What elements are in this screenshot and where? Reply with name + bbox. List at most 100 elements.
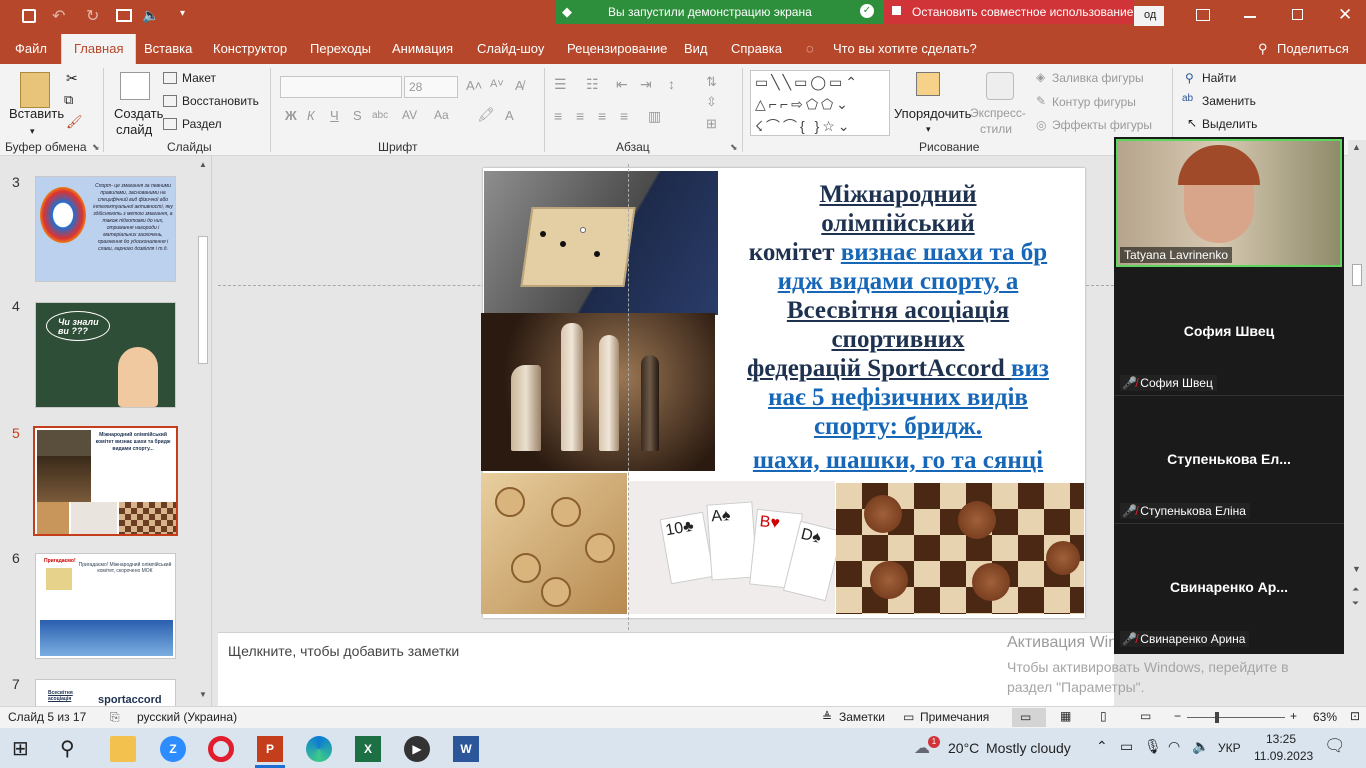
font-family-select[interactable] — [280, 76, 402, 98]
next-slide-icon[interactable]: ⏷ — [1352, 598, 1359, 609]
clipboard-launcher-icon[interactable]: ⬊ — [92, 142, 100, 153]
justify-icon[interactable]: ≡ — [620, 108, 628, 124]
zoom-app-icon[interactable]: Z — [160, 736, 186, 762]
wifi-icon[interactable]: ◠ — [1168, 738, 1180, 755]
clear-format-icon[interactable]: A̸ — [515, 78, 524, 93]
present-icon[interactable] — [116, 9, 132, 22]
columns-icon[interactable]: ▥ — [648, 108, 661, 125]
go-game-image[interactable] — [484, 171, 718, 315]
notification-icon[interactable]: 🗨 — [1324, 736, 1346, 756]
slide-thumbnail-4[interactable]: Чи знали ви ??? — [35, 302, 176, 408]
notes-pane[interactable]: Щелкните, чтобы добавить заметки — [218, 632, 1114, 706]
shadow-button[interactable]: abc — [372, 110, 388, 121]
paste-icon[interactable] — [20, 72, 50, 108]
increase-indent-icon[interactable]: ⇥ — [640, 76, 652, 93]
quick-styles-button[interactable]: Экспресс- — [970, 106, 1026, 120]
zoom-slider-thumb[interactable] — [1215, 712, 1219, 723]
playing-cards-image[interactable]: 10♣ A♠ B♥ D♠ — [629, 481, 844, 614]
slideshow-view-icon[interactable]: ▭ — [1140, 709, 1151, 723]
edge-icon[interactable] — [306, 736, 332, 762]
weather-temp[interactable]: 20°C — [948, 740, 979, 756]
zoom-slider[interactable] — [1187, 717, 1285, 718]
shape-fill-icon[interactable]: ◈ — [1036, 70, 1045, 84]
shape-outline-icon[interactable]: ✎ — [1036, 94, 1046, 108]
comments-toggle[interactable]: Примечания — [920, 710, 989, 724]
align-center-icon[interactable]: ≡ — [576, 108, 584, 124]
paste-button[interactable]: Вставить — [9, 106, 64, 121]
scroll-up-icon[interactable]: ▲ — [1352, 142, 1361, 152]
tab-review[interactable]: Рецензирование — [567, 41, 667, 56]
quick-styles-label-2[interactable]: стили — [980, 122, 1012, 136]
arrange-dropdown-icon[interactable]: ▾ — [926, 124, 931, 135]
shrink-font-icon[interactable]: A˅ — [490, 78, 504, 90]
search-icon[interactable]: ⚲ — [60, 736, 86, 762]
tab-animation[interactable]: Анимация — [392, 41, 453, 56]
reading-view-icon[interactable]: ▯ — [1100, 709, 1107, 723]
arrange-icon[interactable] — [916, 72, 940, 96]
bold-button[interactable]: Ж — [285, 108, 297, 123]
participant-tile[interactable]: Ступенькова Ел... 🎤̸ Ступенькова Еліна — [1114, 397, 1344, 524]
tab-file[interactable]: Файл — [15, 41, 47, 56]
tray-chevron-icon[interactable]: ⌃ — [1096, 738, 1108, 755]
slide-link[interactable]: спорту: бридж. — [814, 413, 982, 440]
clock-date[interactable]: 11.09.2023 — [1254, 749, 1313, 763]
reset-button[interactable]: Восстановить — [182, 94, 259, 108]
tell-me-input[interactable]: Что вы хотите сделать? — [833, 41, 977, 56]
replace-icon[interactable]: ab — [1182, 93, 1193, 104]
slide-thumbnail-3[interactable]: Спорт- це змагання за певними правилами,… — [35, 176, 176, 282]
tab-help[interactable]: Справка — [731, 41, 782, 56]
align-left-icon[interactable]: ≡ — [554, 108, 562, 124]
new-slide-label-2[interactable]: слайд — [116, 122, 152, 137]
powerpoint-icon[interactable]: P — [257, 736, 283, 762]
layout-button[interactable]: Макет — [182, 71, 216, 85]
ribbon-display-icon[interactable] — [1196, 9, 1210, 21]
highlight-icon[interactable]: 🖍 — [477, 106, 495, 123]
scroll-thumb[interactable] — [1352, 264, 1362, 286]
scroll-down-icon[interactable]: ▼ — [1352, 564, 1361, 574]
underline-button[interactable]: Ч — [330, 108, 339, 123]
strikethrough-button[interactable]: S — [353, 108, 362, 123]
sign-in-button[interactable]: од — [1134, 6, 1164, 26]
maximize-icon[interactable] — [1292, 9, 1303, 20]
excel-icon[interactable]: X — [355, 736, 381, 762]
align-right-icon[interactable]: ≡ — [598, 108, 606, 124]
font-color-icon[interactable]: A — [505, 108, 514, 123]
section-button[interactable]: Раздел — [182, 117, 222, 131]
line-spacing-icon[interactable]: ↕ — [668, 76, 675, 92]
slide-link[interactable]: шахи, шашки, го та сянці — [753, 447, 1043, 474]
font-size-select[interactable]: 28 — [404, 76, 458, 98]
scroll-down-icon[interactable]: ▼ — [199, 690, 207, 699]
spellcheck-icon[interactable]: ⎘ — [110, 710, 120, 725]
paragraph-launcher-icon[interactable]: ⬊ — [730, 142, 738, 153]
microphone-icon[interactable]: 🎙 — [1144, 738, 1162, 755]
tab-transitions[interactable]: Переходы — [310, 41, 371, 56]
stop-share-button[interactable]: Остановить совместное использование — [884, 0, 1134, 24]
opera-icon[interactable] — [208, 736, 234, 762]
file-explorer-icon[interactable] — [110, 736, 136, 762]
smartart-icon[interactable]: ⊞ — [706, 116, 717, 132]
participant-tile[interactable]: София Швец 🎤̸ София Швец — [1114, 269, 1344, 396]
tab-design[interactable]: Конструктор — [213, 41, 287, 56]
replace-button[interactable]: Заменить — [1202, 94, 1256, 108]
slide-canvas[interactable]: 10♣ A♠ B♥ D♠ Міжнародний олімпійський ко… — [481, 168, 1085, 618]
tab-view[interactable]: Вид — [684, 41, 708, 56]
fit-slide-icon[interactable]: ⊡ — [1350, 709, 1360, 723]
copy-icon[interactable]: ⧉ — [64, 92, 73, 108]
prev-slide-icon[interactable]: ⏶ — [1352, 584, 1359, 595]
paste-dropdown-icon[interactable]: ▾ — [30, 126, 35, 137]
windows-start-icon[interactable]: ⊞ — [12, 736, 38, 762]
keyboard-language[interactable]: УКР — [1218, 741, 1241, 755]
language-status[interactable]: русский (Украина) — [137, 710, 237, 724]
slide-link[interactable]: нає 5 нефізичних видів — [768, 384, 1028, 411]
grow-font-icon[interactable]: A˄ — [466, 78, 482, 93]
shape-fill-button[interactable]: Заливка фигуры — [1052, 71, 1144, 85]
select-button[interactable]: Выделить — [1202, 117, 1257, 131]
tab-home[interactable]: Главная — [61, 34, 137, 64]
find-button[interactable]: Найти — [1202, 71, 1236, 85]
participant-video[interactable]: Tatyana Lavrinenko — [1116, 139, 1342, 267]
qat-dropdown-icon[interactable]: ▾ — [180, 8, 185, 19]
new-slide-button[interactable]: Создать — [114, 106, 163, 121]
volume-icon[interactable]: 🔈 — [1192, 738, 1209, 755]
align-text-icon[interactable]: ⇳ — [706, 94, 717, 110]
quick-styles-icon[interactable] — [986, 72, 1014, 100]
